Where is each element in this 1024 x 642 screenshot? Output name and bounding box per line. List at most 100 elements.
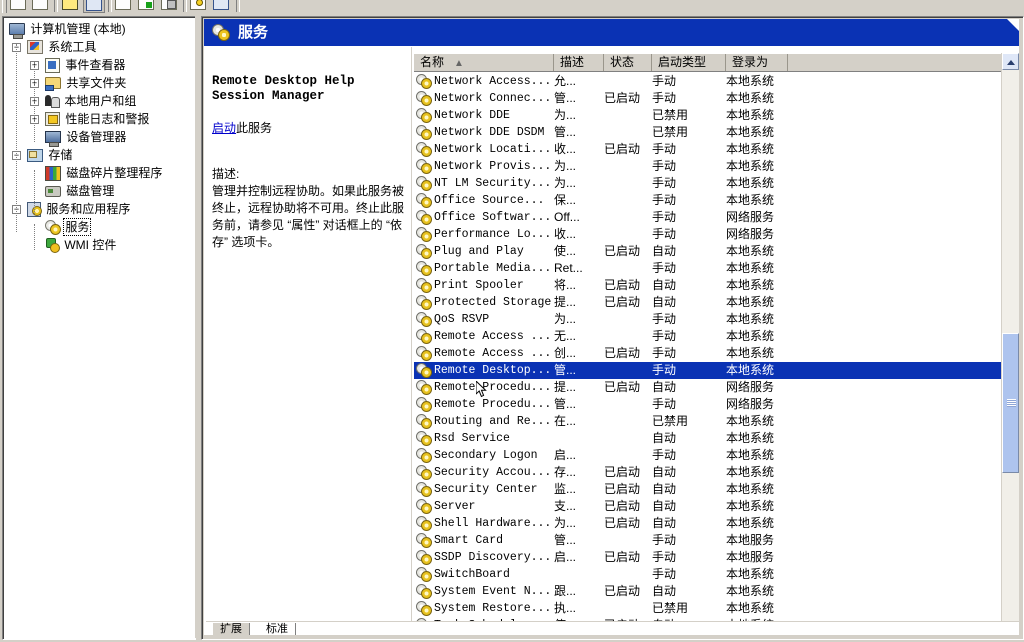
service-startup-type: 自动 [652,244,677,258]
tree-item-storage[interactable]: − 存储 [3,146,195,164]
service-log-on-as: 本地系统 [726,74,775,88]
tree-item-services-applications[interactable]: − 服务和应用程序 [3,200,195,218]
table-row[interactable]: Security Accou... 存... 已启动 自动 本地系统 [414,464,1002,481]
table-row[interactable]: Remote Procedu... 管... 手动 网络服务 [414,396,1002,413]
table-row[interactable]: Network DDE DSDM 管... 已禁用 本地系统 [414,124,1002,141]
tree-item-disk-defragmenter[interactable]: 磁盘碎片整理程序 [3,164,195,182]
service-name: Remote Procedu... [434,381,552,394]
service-description: 跟... [554,584,577,598]
tree-item-performance-logs[interactable]: + 性能日志和警报 [3,110,195,128]
table-row[interactable]: Remote Access ... 无... 手动 本地系统 [414,328,1002,345]
table-row[interactable]: Network Provis... 为... 手动 本地系统 [414,158,1002,175]
service-name: NT LM Security... [434,177,552,190]
table-row[interactable]: Remote Procedu... 提... 已启动 自动 网络服务 [414,379,1002,396]
table-row[interactable]: Server 支... 已启动 自动 本地系统 [414,498,1002,515]
service-log-on-as: 网络服务 [726,227,775,241]
table-row[interactable]: Print Spooler 将... 已启动 自动 本地系统 [414,277,1002,294]
scrollbar-grip-icon [1007,399,1016,407]
service-startup-type: 手动 [652,142,677,156]
table-row[interactable]: System Event N... 跟... 已启动 自动 本地系统 [414,583,1002,600]
table-row[interactable]: Office Softwar... Off... 手动 网络服务 [414,209,1002,226]
tree-item-services[interactable]: 服务 [3,218,195,236]
service-description: 为... [554,108,577,122]
help-icon [190,0,206,10]
scrollbar-thumb[interactable] [1002,333,1019,473]
tree-item-shared-folders[interactable]: + 共享文件夹 [3,74,195,92]
tree-item-system-tools[interactable]: − 系统工具 [3,38,195,56]
service-startup-type: 手动 [652,227,677,241]
table-row[interactable]: Portable Media... Ret... 手动 本地系统 [414,260,1002,277]
table-row[interactable]: Security Center 监... 已启动 自动 本地系统 [414,481,1002,498]
export-list-button[interactable] [159,0,181,13]
column-header-startup-type[interactable]: 启动类型 [652,54,726,71]
service-status [604,532,652,549]
results-pane: 服务 Remote Desktop Help Session Manager 启… [201,16,1024,640]
tab-standard[interactable]: 标准 [258,623,296,635]
table-row[interactable]: Remote Desktop... 管... 手动 本地系统 [414,362,1002,379]
table-row[interactable]: Protected Storage 提... 已启动 自动 本地系统 [414,294,1002,311]
table-row[interactable]: QoS RSVP 为... 手动 本地系统 [414,311,1002,328]
column-header-description[interactable]: 描述 [554,54,604,71]
column-header-log-on-as[interactable]: 登录为 [726,54,788,71]
service-name: Shell Hardware... [434,517,552,530]
service-startup-type: 手动 [652,448,677,462]
tree-item-device-manager[interactable]: 设备管理器 [3,128,195,147]
results-banner: 服务 [204,19,1019,46]
scroll-up-button[interactable] [1002,53,1019,70]
show-tree-button[interactable] [83,0,105,13]
forward-button[interactable] [30,0,52,13]
table-row[interactable]: Rsd Service 自动 本地系统 [414,430,1002,447]
tree-item-label: 存储 [48,148,73,162]
tree-item-disk-management[interactable]: 磁盘管理 [3,182,195,200]
service-log-on-as: 网络服务 [726,210,775,224]
back-button[interactable] [8,0,30,13]
table-row[interactable]: Office Source... 保... 手动 本地系统 [414,192,1002,209]
toolbar [0,0,1024,15]
tree-item-local-users-groups[interactable]: + 本地用户和组 [3,92,195,110]
tab-extended[interactable]: 扩展 [212,623,250,635]
table-row[interactable]: Smart Card 管... 手动 本地服务 [414,532,1002,549]
service-description: 无... [554,329,577,343]
tree-item-event-viewer[interactable]: + 事件查看器 [3,56,195,74]
listview-scrollbar[interactable] [1001,53,1019,633]
column-header-name[interactable]: 名称 ▲ [414,54,554,71]
table-row[interactable]: Routing and Re... 在... 已禁用 本地系统 [414,413,1002,430]
pane-splitter[interactable] [195,16,200,638]
console-tree-pane[interactable]: 计算机管理 (本地) − 系统工具 + 事件查看器 + 共享文件夹 + 本地用户… [2,16,196,640]
service-description: Ret... [554,261,583,275]
table-row[interactable]: NT LM Security... 为... 手动 本地系统 [414,175,1002,192]
service-startup-type: 已禁用 [652,601,689,615]
start-service-link[interactable]: 启动 [212,121,236,135]
tabs-divider [206,621,1019,622]
table-row[interactable]: Network Connec... 管... 已启动 手动 本地系统 [414,90,1002,107]
help-button[interactable] [188,0,210,13]
refresh-button[interactable] [136,0,158,13]
table-row[interactable]: Plug and Play 使... 已启动 自动 本地系统 [414,243,1002,260]
service-description: 在... [554,414,577,428]
table-row[interactable]: Secondary Logon 启... 手动 本地系统 [414,447,1002,464]
service-description: 为... [554,516,577,530]
service-name: Routing and Re... [434,415,552,428]
table-row[interactable]: System Restore... 执... 已禁用 本地系统 [414,600,1002,617]
table-row[interactable]: Shell Hardware... 为... 已启动 自动 本地系统 [414,515,1002,532]
performance-logs-icon [45,112,60,126]
toolbar-grip[interactable] [2,0,7,13]
table-row[interactable]: Network DDE 为... 已禁用 本地系统 [414,107,1002,124]
service-startup-type: 手动 [652,176,677,190]
service-description: 启... [554,448,577,462]
column-header-status[interactable]: 状态 [604,54,652,71]
table-row[interactable]: Network Access... 允... 手动 本地系统 [414,73,1002,90]
table-row[interactable]: Performance Lo... 收... 手动 网络服务 [414,226,1002,243]
up-button[interactable] [60,0,82,13]
table-row[interactable]: Remote Access ... 创... 已启动 手动 本地系统 [414,345,1002,362]
table-row[interactable]: Network Locati... 收... 已启动 手动 本地系统 [414,141,1002,158]
tree-item-wmi-control[interactable]: WMI 控件 [3,236,195,254]
tree-item-root[interactable]: 计算机管理 (本地) [3,20,195,39]
service-startup-type: 自动 [652,499,677,513]
properties-button[interactable] [113,0,135,13]
table-row[interactable]: SSDP Discovery... 启... 已启动 手动 本地服务 [414,549,1002,566]
table-row[interactable]: SwitchBoard 手动 本地系统 [414,566,1002,583]
services-listview[interactable]: 名称 ▲ 描述 状态 启动类型 登录为 Network Access... 允...… [414,47,1019,633]
tree-item-label: 共享文件夹 [66,76,127,90]
new-window-button[interactable] [211,0,233,13]
